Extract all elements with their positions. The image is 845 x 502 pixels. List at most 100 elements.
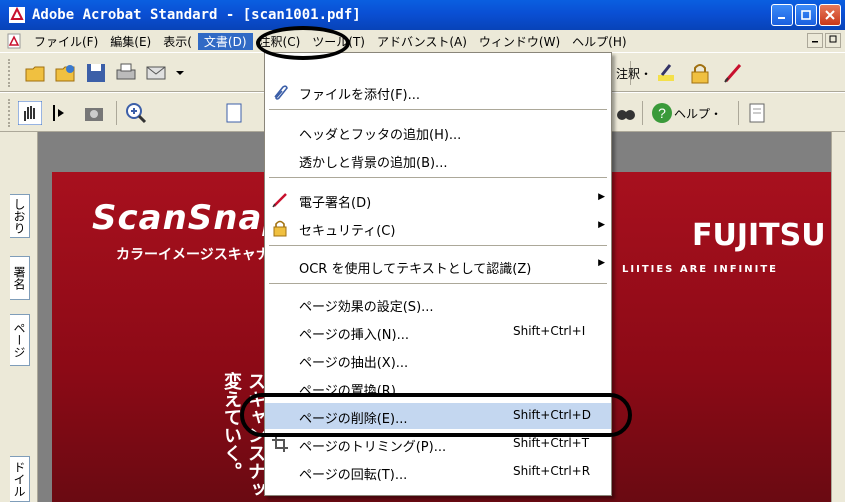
menu-item-shortcut: Shift+Ctrl+D	[513, 408, 591, 422]
menu-item-label: ページの挿入(N)...	[299, 328, 410, 343]
snapshot-camera-icon[interactable]	[82, 101, 106, 125]
menu-advanced[interactable]: アドバンスト(A)	[371, 33, 473, 50]
tab-files[interactable]: ドイル	[10, 456, 30, 502]
menu-window[interactable]: ウィンドウ(W)	[473, 33, 566, 50]
minimize-button[interactable]	[771, 4, 793, 26]
menu-item-security[interactable]: セキュリティ(C) ▶	[265, 215, 611, 241]
chevron-down-icon[interactable]	[172, 61, 196, 85]
help-button-label[interactable]: ヘルプ・	[674, 105, 722, 122]
minimize-icon	[778, 17, 785, 19]
restore-button[interactable]	[795, 4, 817, 26]
menu-item-add-watermark[interactable]: 透かしと背景の追加(B)...	[265, 147, 611, 173]
menu-item-attach-file[interactable]: ファイルを添付(F)...	[265, 79, 611, 105]
menu-item-digital-signature[interactable]: 電子署名(D) ▶	[265, 187, 611, 213]
sign-pen-icon[interactable]	[722, 61, 746, 85]
comments-toolbar-label[interactable]: 注釈・	[616, 65, 652, 82]
menu-item-label: ページの削除(E)...	[299, 412, 408, 427]
save-icon[interactable]	[84, 61, 108, 85]
fujitsu-logo-text: FUJITSU	[692, 218, 826, 253]
menu-bar: ファイル(F) 編集(E) 表示( 文書(D) 注釈(C) ツール(T) アドバ…	[0, 30, 845, 52]
menu-item-crop-pages[interactable]: ページのトリミング(P)... Shift+Ctrl+T	[265, 431, 611, 457]
menu-file[interactable]: ファイル(F)	[28, 33, 104, 50]
menu-item-label: OCR を使用してテキストとして認識(Z)	[299, 262, 532, 277]
menu-item-ocr[interactable]: OCR を使用してテキストとして認識(Z) ▶	[265, 253, 611, 279]
menu-document[interactable]: 文書(D)	[197, 32, 253, 50]
menu-item-label: セキュリティ(C)	[299, 224, 396, 239]
menu-edit[interactable]: 編集(E)	[104, 33, 157, 50]
menu-item-extract-pages[interactable]: ページの抽出(X)...	[265, 347, 611, 373]
menu-view[interactable]: 表示(	[157, 33, 198, 50]
mdi-controls	[807, 33, 841, 48]
open-folder-icon[interactable]	[24, 61, 48, 85]
scansnap-logo-text: ScanSnap	[92, 198, 288, 238]
toolbar-separator	[116, 101, 117, 125]
navigation-panel: しおり 署名 ページ ドイル	[0, 132, 38, 502]
binoculars-icon[interactable]	[614, 101, 638, 125]
menu-item-label: ページの回転(T)...	[299, 468, 408, 483]
page-view-icon[interactable]	[222, 101, 246, 125]
create-pdf-icon[interactable]	[54, 61, 78, 85]
menu-item-shortcut: Shift+Ctrl+T	[513, 436, 590, 450]
menu-item-label: ページの抽出(X)...	[299, 356, 409, 371]
pen-icon	[272, 193, 287, 208]
menu-item-label: 電子署名(D)	[299, 196, 372, 211]
menu-tools[interactable]: ツール(T)	[306, 33, 371, 50]
highlight-tool-icon[interactable]	[654, 61, 678, 85]
document-menu-dropdown: ファイルを添付(F)... ヘッダとフッタの追加(H)... 透かしと背景の追加…	[264, 52, 612, 496]
help-icon[interactable]: ?	[650, 101, 674, 125]
menu-item-page-effects[interactable]: ページ効果の設定(S)...	[265, 291, 611, 317]
toolbar-grip[interactable]	[8, 99, 12, 127]
menu-item-rotate-pages[interactable]: ページの回転(T)... Shift+Ctrl+R	[265, 459, 611, 485]
mdi-minimize-button[interactable]	[807, 33, 823, 48]
crop-icon	[272, 436, 288, 452]
toolbar-separator	[738, 101, 739, 125]
lock-icon[interactable]	[688, 61, 712, 85]
submenu-arrow-icon: ▶	[598, 220, 605, 230]
tab-pages[interactable]: ページ	[10, 314, 30, 366]
menu-item-replace-pages[interactable]: ページの置換(R)...	[265, 375, 611, 401]
menu-separator	[269, 283, 607, 284]
menu-item-label: ファイルを添付(F)...	[299, 88, 421, 103]
brand-tagline: LIITIES ARE INFINITE	[622, 264, 779, 275]
product-subtitle: カラーイメージスキャナ	[116, 247, 270, 263]
menu-item-shortcut: Shift+Ctrl+R	[513, 464, 591, 478]
menu-item-label: ページのトリミング(P)...	[299, 440, 447, 455]
menu-separator	[269, 109, 607, 110]
menu-separator	[269, 177, 607, 178]
menu-item-insert-pages[interactable]: ページの挿入(N)... Shift+Ctrl+I	[265, 319, 611, 345]
title-bar[interactable]: Adobe Acrobat Standard - [scan1001.pdf]	[0, 0, 845, 30]
menu-item-label: ページの置換(R)...	[299, 384, 409, 399]
tasks-icon[interactable]	[746, 101, 770, 125]
select-text-icon[interactable]	[48, 101, 72, 125]
minimize-icon	[812, 41, 818, 43]
restore-icon	[801, 10, 811, 20]
menu-item-label: ページ効果の設定(S)...	[299, 300, 434, 315]
tab-signatures[interactable]: 署名	[10, 256, 30, 300]
lock-icon	[273, 220, 287, 237]
close-icon	[825, 10, 835, 20]
menu-item-delete-pages[interactable]: ページの削除(E)... Shift+Ctrl+D	[265, 403, 611, 429]
tab-bookmarks[interactable]: しおり	[10, 194, 30, 238]
paperclip-icon	[274, 85, 288, 100]
mdi-restore-button[interactable]	[825, 33, 841, 48]
menu-comments[interactable]: 注釈(C)	[253, 33, 307, 50]
hand-tool-icon[interactable]	[18, 101, 42, 125]
menu-item-add-header-footer[interactable]: ヘッダとフッタの追加(H)...	[265, 119, 611, 145]
svg-text:?: ?	[658, 105, 666, 121]
restore-icon	[829, 35, 837, 43]
vertical-scrollbar[interactable]	[831, 132, 845, 502]
menu-item-shortcut: Shift+Ctrl+I	[513, 324, 586, 338]
toolbar-grip[interactable]	[8, 59, 12, 87]
menu-separator	[269, 245, 607, 246]
print-icon[interactable]	[114, 61, 138, 85]
menu-item-label: 透かしと背景の追加(B)...	[299, 156, 448, 171]
pdf-document-icon	[7, 33, 21, 49]
email-icon[interactable]	[144, 61, 168, 85]
window-title: Adobe Acrobat Standard - [scan1001.pdf]	[32, 7, 361, 23]
close-button[interactable]	[819, 4, 841, 26]
menu-item-label: ヘッダとフッタの追加(H)...	[299, 128, 462, 143]
acrobat-app-icon	[9, 6, 25, 23]
zoom-in-icon[interactable]	[124, 101, 148, 125]
menu-help[interactable]: ヘルプ(H)	[566, 33, 632, 50]
submenu-arrow-icon: ▶	[598, 258, 605, 268]
